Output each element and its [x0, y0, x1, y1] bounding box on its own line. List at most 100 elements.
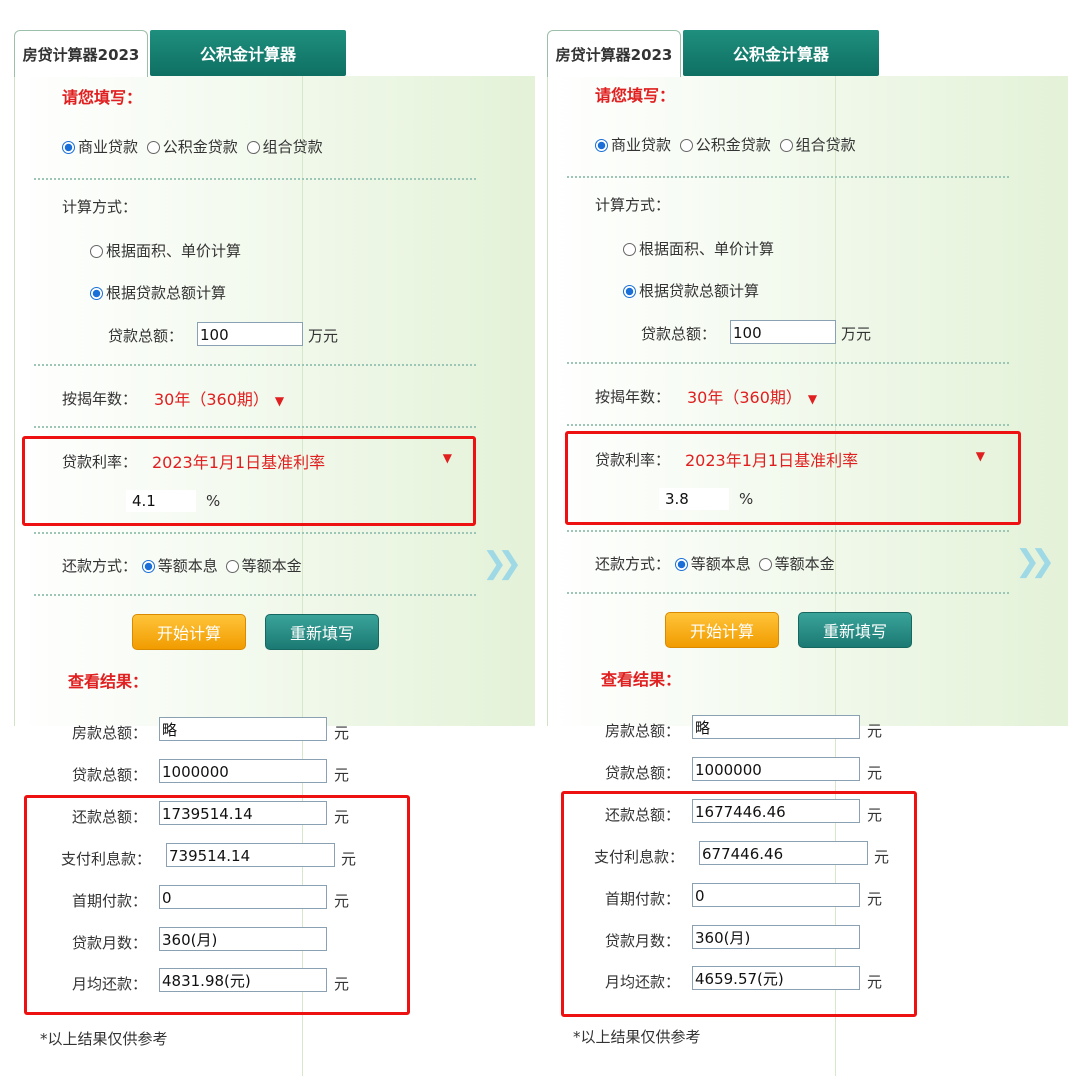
radio-commercial[interactable]: [62, 141, 75, 154]
divider-dotted: [34, 364, 476, 366]
rate-label: 贷款利率：: [62, 453, 138, 471]
calc-by-area-option[interactable]: 根据面积、单价计算: [623, 238, 774, 259]
radio-commercial-label: 商业贷款: [611, 136, 672, 154]
repay-total-label: 还款总额：: [605, 806, 681, 824]
first-pay-unit: 元: [334, 892, 350, 910]
calc-by-total-option[interactable]: 根据贷款总额计算: [90, 282, 226, 303]
loan-total-input[interactable]: 100: [197, 322, 303, 346]
calc-by-total-option[interactable]: 根据贷款总额计算: [623, 280, 759, 301]
loan-total-label: 贷款总额：: [641, 325, 717, 343]
radio-equal-principal[interactable]: [758, 558, 772, 571]
calculator-panel-left: 房贷计算器2023 公积金计算器 请您填写： 商业贷款 公积金贷款 组合贷款 计…: [14, 0, 535, 1080]
calc-method-label: 计算方式：: [595, 196, 671, 214]
radio-commercial-label: 商业贷款: [78, 138, 139, 156]
first-pay-field[interactable]: 0: [692, 883, 860, 907]
first-pay-label: 首期付款：: [72, 892, 148, 910]
repay-label: 还款方式：: [595, 555, 671, 573]
interest-label: 支付利息款：: [594, 848, 685, 866]
divider-dotted: [567, 592, 1009, 594]
loan-type-group: 商业贷款 公积金贷款 组合贷款: [595, 134, 856, 155]
months-label: 贷款月数：: [605, 932, 681, 950]
radio-equal-installment[interactable]: [141, 560, 155, 573]
start-calc-button[interactable]: 开始计算: [132, 614, 246, 650]
house-total-label: 房款总额：: [605, 722, 681, 740]
interest-field[interactable]: 739514.14: [166, 843, 335, 867]
interest-field[interactable]: 677446.46: [699, 841, 868, 865]
double-chevron-right-icon[interactable]: ❯❯: [1015, 544, 1055, 579]
footnote: *以上结果仅供参考: [40, 1030, 168, 1048]
repay-total-unit: 元: [334, 808, 350, 826]
first-pay-unit: 元: [867, 890, 883, 908]
rate-unit: %: [739, 490, 754, 508]
radio-combo[interactable]: [779, 139, 793, 152]
rate-select-value: 2023年1月1日基准利率: [152, 453, 326, 472]
divider-dotted: [34, 178, 476, 180]
radio-commercial[interactable]: [595, 139, 608, 152]
radio-fund[interactable]: [146, 141, 160, 154]
radio-equal-principal[interactable]: [225, 560, 239, 573]
rate-select[interactable]: 2023年1月1日基准利率 ▼: [685, 447, 985, 471]
house-total-unit: 元: [334, 724, 350, 742]
double-chevron-right-icon[interactable]: ❯❯: [482, 546, 522, 581]
divider-dotted: [34, 532, 476, 534]
result-loan-total-field[interactable]: 1000000: [692, 757, 860, 781]
monthly-field[interactable]: 4659.57(元): [692, 966, 860, 990]
house-total-field[interactable]: 略: [692, 715, 860, 739]
tab-mortgage-calculator[interactable]: 房贷计算器2023: [547, 30, 681, 77]
calc-by-total-label: 根据贷款总额计算: [639, 282, 760, 300]
start-calc-button[interactable]: 开始计算: [665, 612, 779, 648]
reset-button[interactable]: 重新填写: [265, 614, 379, 650]
radio-combo-label: 组合贷款: [795, 136, 856, 154]
months-field[interactable]: 360(月): [159, 927, 327, 951]
radio-calc-by-total[interactable]: [623, 285, 636, 298]
months-field[interactable]: 360(月): [692, 925, 860, 949]
tab-fund-calculator[interactable]: 公积金计算器: [683, 30, 879, 76]
repay-total-unit: 元: [867, 806, 883, 824]
radio-fund[interactable]: [679, 139, 693, 152]
house-total-field[interactable]: 略: [159, 717, 327, 741]
monthly-unit: 元: [867, 973, 883, 991]
radio-combo-label: 组合贷款: [262, 138, 323, 156]
result-loan-total-unit: 元: [867, 764, 883, 782]
chevron-down-icon: ▼: [274, 394, 285, 408]
rate-label: 贷款利率：: [595, 451, 671, 469]
rate-input[interactable]: 3.8: [659, 488, 729, 510]
reset-button[interactable]: 重新填写: [798, 612, 912, 648]
tab-fund-calculator[interactable]: 公积金计算器: [150, 30, 346, 76]
fill-title: 请您填写：: [62, 88, 143, 107]
years-select[interactable]: 30年（360期） ▼: [154, 386, 284, 410]
result-loan-total-field[interactable]: 1000000: [159, 759, 327, 783]
rate-input[interactable]: 4.1: [126, 490, 196, 512]
first-pay-label: 首期付款：: [605, 890, 681, 908]
loan-type-group: 商业贷款 公积金贷款 组合贷款: [62, 136, 323, 157]
repay-total-field[interactable]: 1677446.46: [692, 799, 860, 823]
repay-total-label: 还款总额：: [72, 808, 148, 826]
repay-total-field[interactable]: 1739514.14: [159, 801, 327, 825]
calc-by-total-label: 根据贷款总额计算: [106, 284, 227, 302]
repay-method-group: 还款方式： 等额本息 等额本金: [595, 553, 835, 574]
result-title: 查看结果：: [601, 670, 682, 689]
radio-equal-installment[interactable]: [674, 558, 688, 571]
first-pay-field[interactable]: 0: [159, 885, 327, 909]
calculator-panel-right: 房贷计算器2023 公积金计算器 请您填写： 商业贷款 公积金贷款 组合贷款 计…: [547, 0, 1068, 1080]
radio-combo[interactable]: [246, 141, 260, 154]
monthly-field[interactable]: 4831.98(元): [159, 968, 327, 992]
rate-select[interactable]: 2023年1月1日基准利率 ▼: [152, 449, 452, 473]
loan-total-input[interactable]: 100: [730, 320, 836, 344]
result-loan-total-label: 贷款总额：: [72, 766, 148, 784]
years-select[interactable]: 30年（360期） ▼: [687, 384, 817, 408]
result-loan-total-unit: 元: [334, 766, 350, 784]
years-select-value: 30年（360期）: [687, 388, 802, 407]
divider-dotted: [34, 426, 476, 428]
chevron-down-icon: ▼: [807, 392, 818, 406]
radio-calc-by-area[interactable]: [623, 243, 636, 256]
equal-installment-label: 等额本息: [157, 557, 218, 575]
radio-calc-by-total[interactable]: [90, 287, 103, 300]
tab-mortgage-calculator[interactable]: 房贷计算器2023: [14, 30, 148, 77]
monthly-unit: 元: [334, 975, 350, 993]
loan-total-unit: 万元: [308, 327, 339, 345]
divider-dotted: [567, 530, 1009, 532]
calc-by-area-option[interactable]: 根据面积、单价计算: [90, 240, 241, 261]
radio-fund-label: 公积金贷款: [695, 136, 771, 154]
radio-calc-by-area[interactable]: [90, 245, 103, 258]
